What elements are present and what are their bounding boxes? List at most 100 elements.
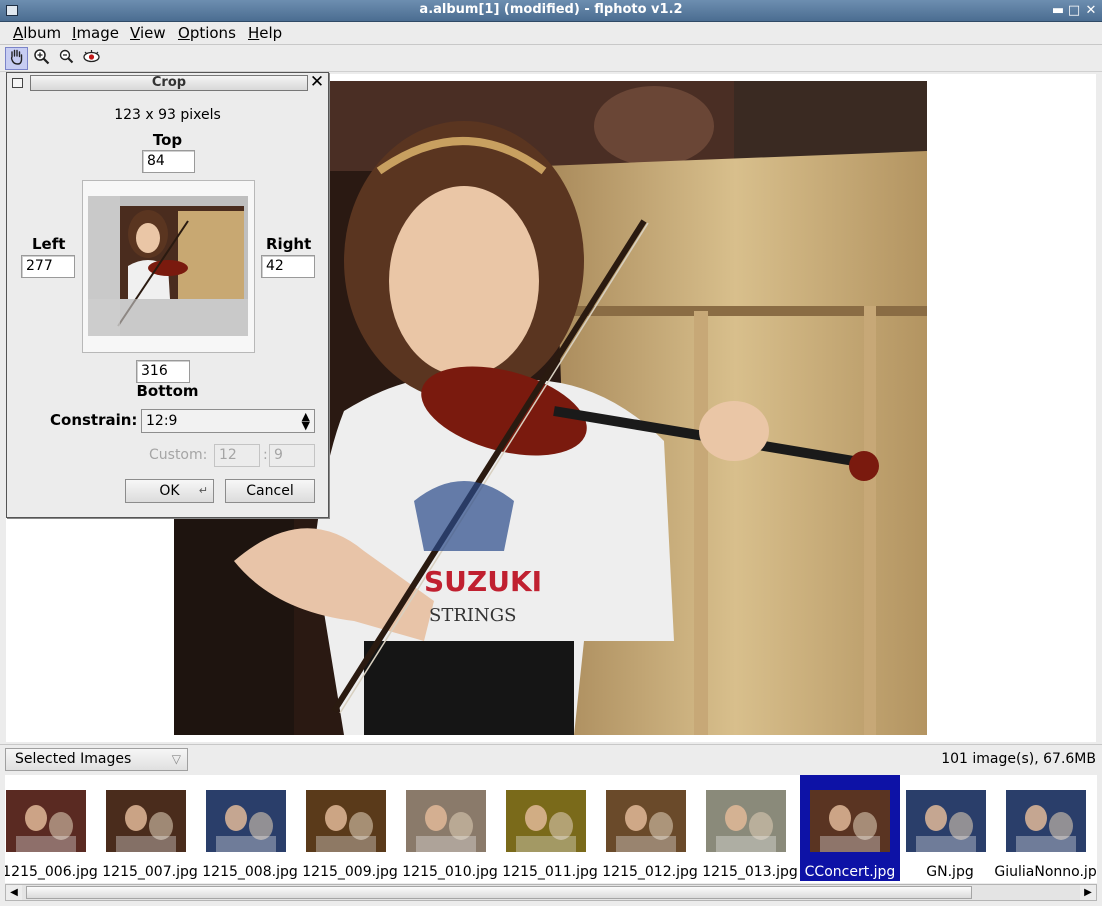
thumbnail-item[interactable]: 1215_012.jpg [600, 775, 700, 881]
menu-help[interactable]: Help [246, 24, 284, 42]
top-label: Top [152, 131, 183, 149]
cancel-button[interactable]: Cancel [225, 479, 315, 503]
thumbnail-image[interactable] [1006, 790, 1086, 852]
selected-images-dropdown[interactable]: Selected Images ▽ [5, 748, 188, 771]
left-field[interactable]: 277 [21, 255, 75, 278]
crop-preview[interactable] [82, 180, 255, 353]
thumbnail-image[interactable] [706, 790, 786, 852]
constrain-label: Constrain: [50, 411, 138, 429]
menu-options[interactable]: Options [176, 24, 238, 42]
thumbnail-item[interactable]: GN.jpg [900, 775, 1000, 881]
menu-album-accel: A [13, 24, 24, 42]
thumbnail-item[interactable]: 1215_011.jpg [500, 775, 600, 881]
thumbnail-label: 1215_011.jpg [502, 864, 598, 880]
constrain-value: 12:9 [146, 413, 178, 429]
selection-bar: Selected Images ▽ 101 image(s), 67.6MB [0, 744, 1102, 772]
thumbnail-scrollbar[interactable]: ◀ ▶ [5, 884, 1097, 901]
minimize-icon[interactable]: ▬ [1050, 3, 1066, 19]
menu-view-accel: V [130, 24, 140, 42]
menu-options-label: ptions [189, 24, 236, 42]
crop-dialog-title: Crop [30, 75, 308, 91]
scroll-right-icon[interactable]: ▶ [1080, 885, 1096, 900]
dropdown-triangle-icon: ▽ [171, 752, 181, 766]
thumbnail-image[interactable] [506, 790, 586, 852]
thumbnail-label: 1215_013.jpg [702, 864, 798, 880]
thumbnail-image[interactable] [906, 790, 986, 852]
zoom-in-icon [34, 49, 50, 65]
dialog-close-icon[interactable]: ✕ [309, 73, 325, 91]
thumbnail-label: 1215_012.jpg [602, 864, 698, 880]
custom-width-field[interactable]: 12 [214, 444, 260, 467]
thumbnail-label: GiuliaNonno.jpg [994, 864, 1097, 880]
window-title: a.album[1] (modified) - flphoto v1.2 [419, 2, 683, 17]
top-field[interactable]: 84 [142, 150, 195, 173]
thumbnail-label: GN.jpg [926, 864, 974, 880]
menu-view-label: iew [139, 24, 166, 42]
hand-tool-button[interactable] [5, 47, 28, 70]
thumbnail-item[interactable]: GiuliaNonno.jpg [994, 775, 1097, 881]
zoom-out-button[interactable] [55, 47, 78, 70]
red-eye-button[interactable] [80, 47, 103, 70]
scrollbar-thumb[interactable] [26, 886, 972, 899]
menu-image-label: mage [76, 24, 119, 42]
thumbnail-image[interactable] [606, 790, 686, 852]
thumbnail-image[interactable] [306, 790, 386, 852]
zoom-out-icon [59, 49, 74, 64]
custom-height-field[interactable]: 9 [269, 444, 315, 467]
ok-button[interactable]: OK ↵ [125, 479, 214, 503]
menu-bar: Album Image View Options Help [0, 22, 1102, 45]
close-icon[interactable]: ✕ [1083, 3, 1099, 19]
thumbnail-item[interactable]: 1215_013.jpg [700, 775, 800, 881]
crop-dialog-titlebar[interactable]: Crop ✕ [8, 73, 327, 93]
crop-size-text: 123 x 93 pixels [114, 107, 221, 123]
thumbnail-label: 1215_009.jpg [302, 864, 398, 880]
image-count-status: 101 image(s), 67.6MB [941, 751, 1096, 767]
thumbnail-item[interactable]: 1215_006.jpg [5, 775, 100, 881]
menu-album[interactable]: Album [11, 24, 63, 42]
thumbnail-strip[interactable]: 1215_006.jpg 1215_007.jpg 1215_008.jpg 1215… [5, 775, 1097, 883]
menu-options-accel: O [178, 24, 190, 42]
title-bar[interactable]: a.album[1] (modified) - flphoto v1.2 ▬ □… [0, 0, 1102, 22]
thumbnail-image[interactable] [406, 790, 486, 852]
crop-dialog: Crop ✕ 123 x 93 pixels Top 84 Left 277 R… [6, 72, 329, 518]
thumbnail-item[interactable]: 1215_010.jpg [400, 775, 500, 881]
thumbnail-item[interactable]: 1215_009.jpg [300, 775, 400, 881]
thumbnail-label: 1215_008.jpg [202, 864, 298, 880]
toolbar [0, 45, 1102, 72]
thumbnail-label: CConcert.jpg [804, 864, 896, 880]
flphoto-window: a.album[1] (modified) - flphoto v1.2 ▬ □… [0, 0, 1102, 906]
bottom-field[interactable]: 316 [136, 360, 190, 383]
left-label: Left [32, 235, 66, 253]
crop-preview-thumbnail [88, 196, 248, 336]
thumbnail-label: 1215_007.jpg [102, 864, 198, 880]
menu-album-label: lbum [23, 24, 62, 42]
scroll-left-icon[interactable]: ◀ [6, 885, 22, 900]
crop-preview-image[interactable] [88, 196, 248, 336]
maximize-icon[interactable]: □ [1066, 3, 1082, 19]
selected-images-label: Selected Images [15, 751, 132, 767]
menu-view[interactable]: View [128, 24, 168, 42]
menu-help-label: elp [259, 24, 283, 42]
thumbnail-image[interactable] [6, 790, 86, 852]
ok-button-label: OK [159, 483, 180, 499]
thumbnail-item[interactable]: 1215_008.jpg [200, 775, 300, 881]
constrain-select[interactable]: 12:9 ▲ ▼ [141, 409, 315, 433]
right-field[interactable]: 42 [261, 255, 315, 278]
red-eye-icon [83, 50, 100, 63]
thumbnail-item[interactable]: CConcert.jpg [800, 775, 900, 881]
menu-help-accel: H [248, 24, 260, 42]
menu-image[interactable]: Image [70, 24, 121, 42]
dialog-menu-icon[interactable] [12, 78, 23, 88]
thumbnail-image[interactable] [206, 790, 286, 852]
bottom-label: Bottom [136, 382, 199, 400]
thumbnail-label: 1215_010.jpg [402, 864, 498, 880]
select-arrows-icon: ▲ ▼ [301, 410, 310, 432]
right-label: Right [266, 235, 312, 253]
return-key-icon: ↵ [198, 484, 208, 497]
thumbnail-image[interactable] [106, 790, 186, 852]
custom-label: Custom: [149, 447, 208, 463]
thumbnail-image[interactable] [810, 790, 890, 852]
svg-text:SUZUKI: SUZUKI [424, 565, 542, 598]
zoom-in-button[interactable] [30, 47, 53, 70]
thumbnail-item[interactable]: 1215_007.jpg [100, 775, 200, 881]
